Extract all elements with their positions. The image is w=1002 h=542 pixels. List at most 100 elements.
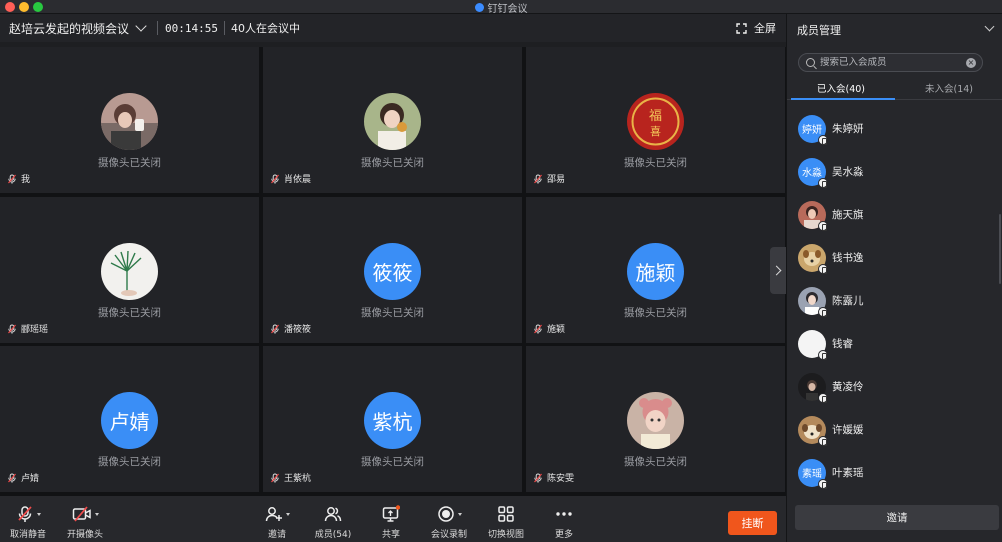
member-name: 朱婷妍 — [832, 123, 864, 135]
participant-name: 邵易 — [547, 175, 566, 185]
more-label: 更多 — [554, 530, 573, 540]
dingtalk-logo-icon — [474, 2, 484, 12]
list-item[interactable]: 婷妍 朱婷妍 — [787, 107, 1002, 150]
record-label: 会议录制 — [430, 530, 467, 540]
tab-joined[interactable]: 已入会(40) — [787, 81, 895, 95]
share-button[interactable]: 共享 — [380, 496, 402, 542]
list-item[interactable]: 钱睿 — [787, 322, 1002, 365]
participant-name: 王紫杭 — [284, 474, 312, 484]
meeting-title[interactable]: 赵培云发起的视频会议 — [9, 20, 129, 37]
record-icon — [437, 506, 454, 522]
mic-muted-icon — [270, 324, 280, 334]
participant-name: 施颖 — [547, 325, 566, 335]
meeting-toolbar: 取消静音 开摄像头 邀请 成员(54) 共享 会议录制 切换视图 更多 — [0, 496, 786, 542]
fullscreen-button[interactable]: 全屏 — [736, 14, 776, 42]
caret-down-icon[interactable] — [36, 512, 41, 516]
record-button[interactable]: 会议录制 — [430, 496, 468, 542]
chevron-right-icon — [771, 265, 782, 276]
mobile-device-icon — [818, 435, 828, 446]
member-name: 许媛媛 — [832, 424, 864, 436]
invite-toolbar-label: 邀请 — [267, 530, 286, 540]
caret-down-icon[interactable] — [457, 512, 462, 516]
video-tile[interactable]: 摄像头已关闭肖依晨 — [263, 47, 522, 193]
member-list-scrollbar[interactable] — [999, 214, 1001, 284]
camera-off-text: 摄像头已关闭 — [361, 157, 424, 169]
avatar: 紫杭 — [364, 392, 421, 449]
list-item[interactable]: 黄凌伶 — [787, 365, 1002, 408]
add-user-icon — [265, 507, 282, 522]
switch-view-label: 切换视图 — [488, 530, 525, 540]
camera-off-text: 摄像头已关闭 — [624, 307, 687, 319]
switch-view-button[interactable]: 切换视图 — [488, 496, 524, 542]
list-item[interactable]: 许媛媛 — [787, 408, 1002, 451]
start-camera-button[interactable]: 开摄像头 — [67, 496, 103, 542]
camera-off-text: 摄像头已关闭 — [624, 157, 687, 169]
caret-down-icon[interactable] — [285, 512, 290, 516]
member-name: 钱睿 — [832, 338, 853, 350]
mic-muted-icon — [533, 324, 543, 334]
clear-search-icon[interactable]: × — [966, 58, 976, 68]
list-item[interactable]: 水淼 吴水淼 — [787, 150, 1002, 193]
avatar: 素瑶 — [798, 458, 828, 489]
mobile-device-icon — [818, 392, 828, 403]
camera-off-text: 摄像头已关闭 — [98, 456, 161, 468]
video-tile[interactable]: 筱筱 摄像头已关闭 潘筱筱 — [263, 197, 522, 343]
more-icon — [556, 512, 572, 516]
active-tab-indicator — [791, 98, 895, 100]
meeting-timer: 00:14:55 — [165, 21, 218, 35]
chevron-down-icon[interactable] — [135, 20, 147, 32]
video-tile[interactable]: 摄像头已关闭 郦瑶瑶 — [0, 197, 259, 343]
grid-view-icon — [498, 506, 514, 522]
avatar: 福喜 — [627, 93, 684, 150]
member-search-input[interactable] — [820, 57, 960, 68]
participant-name-tag: 施颖 — [533, 322, 565, 335]
member-name: 黄凌伶 — [832, 381, 864, 393]
participant-name-tag: 邵易 — [533, 172, 565, 185]
members-icon — [324, 507, 342, 522]
member-name: 陈露儿 — [832, 295, 864, 307]
mobile-device-icon — [818, 220, 828, 231]
avatar: 水淼 — [798, 157, 828, 188]
video-tile[interactable]: 福喜摄像头已关闭邵易 — [526, 47, 785, 193]
list-item[interactable]: 钱书逸 — [787, 236, 1002, 279]
video-tile[interactable]: 摄像头已关闭 陈安雯 — [526, 346, 785, 492]
list-item[interactable]: 施天旗 — [787, 193, 1002, 236]
tab-not-joined[interactable]: 未入会(14) — [895, 81, 1002, 95]
mic-muted-icon — [533, 174, 543, 184]
expand-panel-handle[interactable] — [770, 247, 786, 294]
invite-member-button[interactable]: 邀请 — [795, 505, 999, 530]
unmute-button[interactable]: 取消静音 — [10, 496, 46, 542]
camera-off-text: 摄像头已关闭 — [361, 456, 424, 468]
participant-name: 郦瑶瑶 — [21, 325, 49, 335]
mobile-device-icon — [818, 177, 828, 188]
svg-text:喜: 喜 — [650, 125, 661, 138]
mobile-device-icon — [818, 478, 828, 489]
avatar: 卢婧 — [101, 392, 158, 449]
participant-name-tag: 王紫杭 — [270, 471, 311, 484]
participant-name-tag: 陈安雯 — [533, 471, 574, 484]
caret-down-icon[interactable] — [94, 512, 99, 516]
participant-name: 肖依晨 — [284, 175, 312, 185]
members-button[interactable]: 成员(54) — [314, 496, 352, 542]
video-tile[interactable]: 卢婧 摄像头已关闭 卢婧 — [0, 346, 259, 492]
hangup-button[interactable]: 挂断 — [728, 511, 777, 535]
avatar — [364, 93, 421, 150]
mic-muted-icon — [270, 174, 280, 184]
avatar — [101, 93, 158, 150]
invite-toolbar-button[interactable]: 邀请 — [263, 496, 291, 542]
list-item[interactable]: 陈露儿 — [787, 279, 1002, 322]
member-name: 钱书逸 — [832, 252, 864, 264]
participant-name-tag: 潘筱筱 — [270, 322, 311, 335]
mic-muted-icon — [17, 506, 32, 522]
member-name: 叶素瑶 — [832, 467, 864, 479]
video-tile[interactable]: 摄像头已关闭我 — [0, 47, 259, 193]
panel-title: 成员管理 — [797, 24, 841, 37]
avatar — [627, 392, 684, 449]
video-tile[interactable]: 紫杭摄像头已关闭王紫杭 — [263, 346, 522, 492]
more-button[interactable]: 更多 — [553, 496, 575, 542]
list-item[interactable]: 素瑶 叶素瑶 — [787, 451, 1002, 494]
video-tile[interactable]: 施颖 摄像头已关闭 施颖 — [526, 197, 785, 343]
chevron-down-icon[interactable] — [984, 21, 995, 32]
unmute-label: 取消静音 — [10, 530, 47, 540]
mobile-device-icon — [818, 134, 828, 145]
